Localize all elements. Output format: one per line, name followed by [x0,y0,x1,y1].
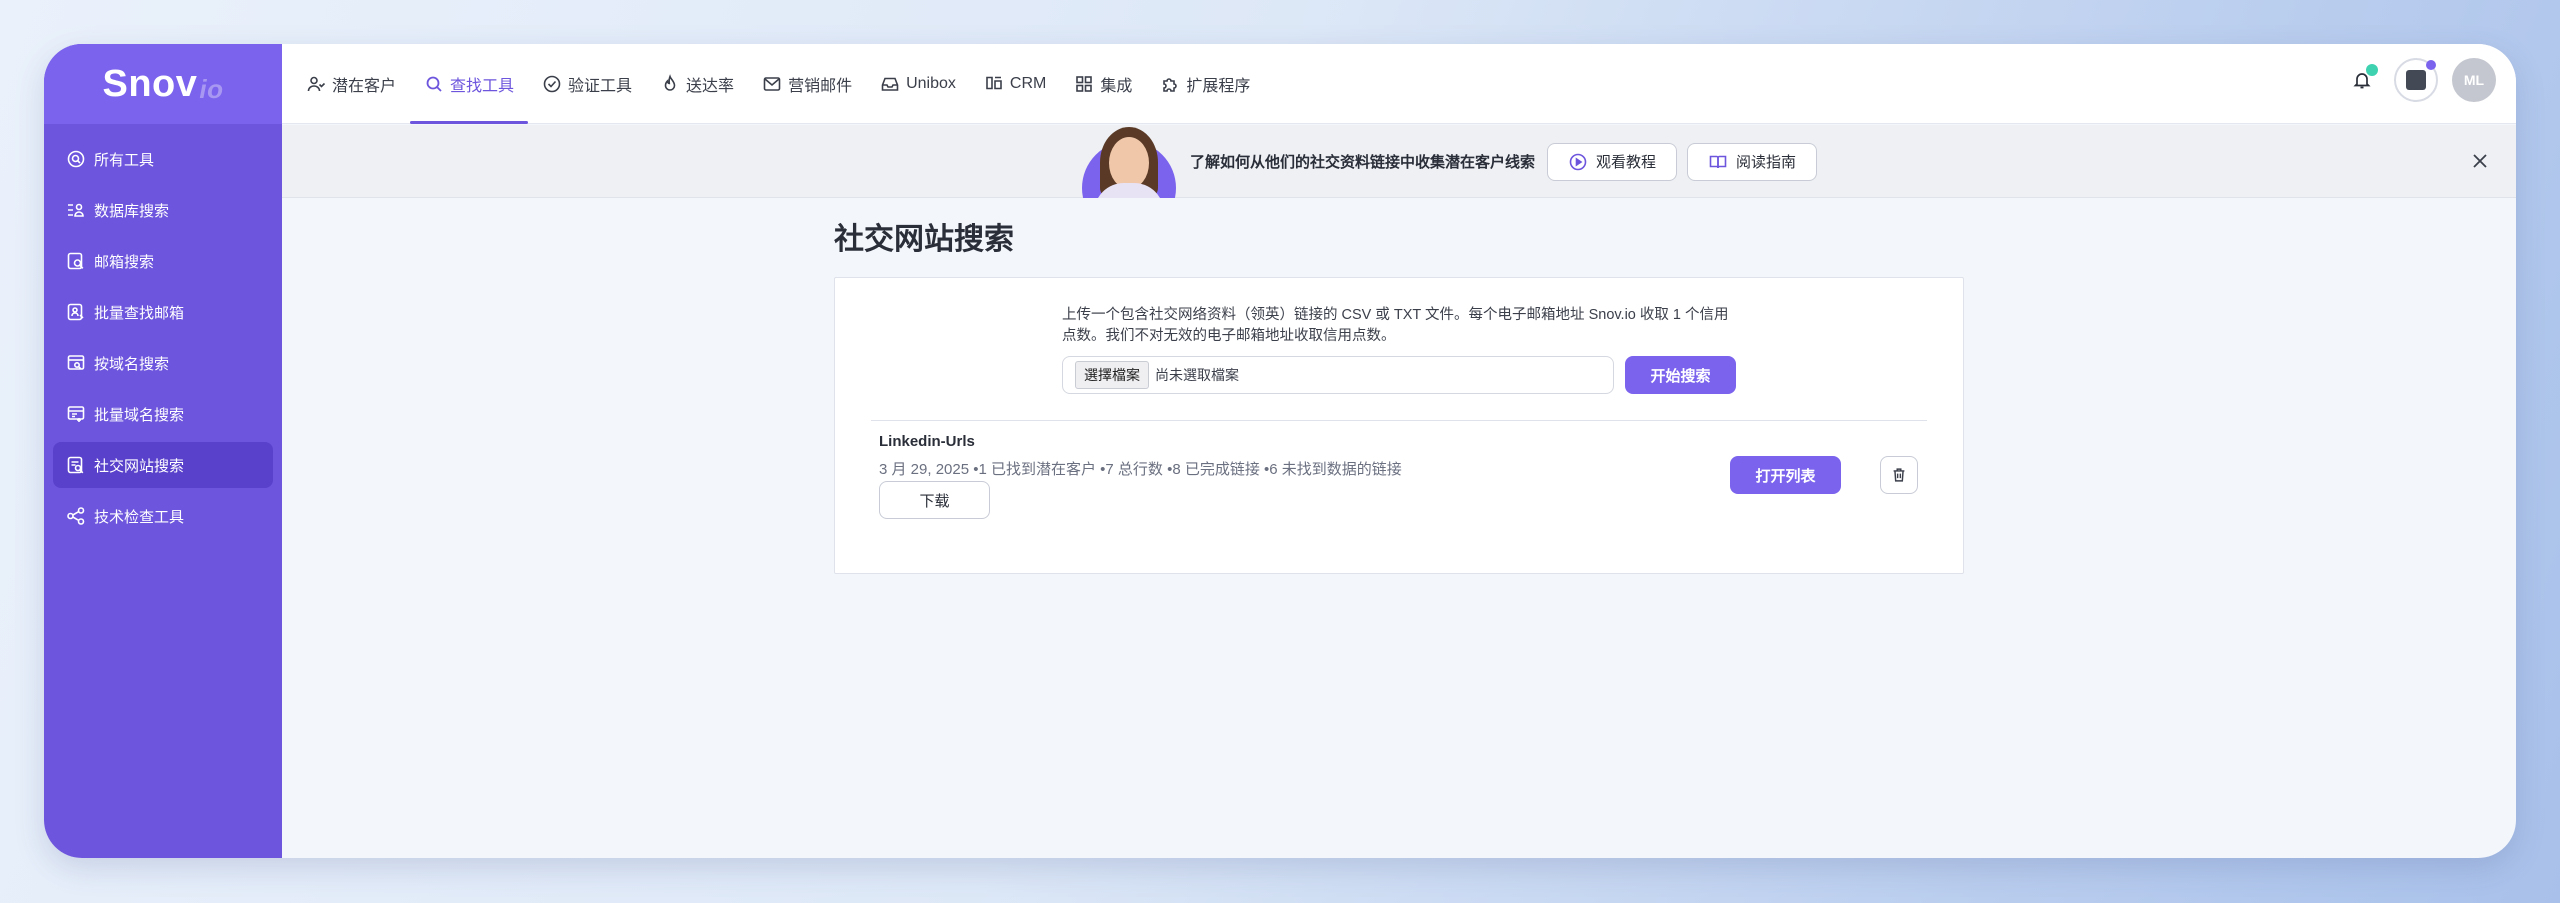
mail-icon [763,77,781,91]
play-icon [1569,153,1587,170]
nav-label: 送达率 [686,78,735,95]
logo-brand: Snov [102,62,198,105]
top-right-actions: ML [2342,58,2496,102]
email-search-icon [67,252,84,270]
file-input[interactable]: 選擇檔案 尚未選取檔案 [1062,356,1614,394]
logo[interactable]: Snov io [44,44,282,124]
tutorial-banner: 了解如何从他们的社交资料链接中收集潜在客户线索 观看教程 阅读指南 [282,125,2516,198]
nav-label: 营销邮件 [788,78,853,95]
sidebar-item-tech-check[interactable]: 技术检查工具 [53,493,273,539]
sidebar-item-all-tools[interactable]: 所有工具 [53,136,273,182]
check-circle-icon [543,75,561,93]
main-nav: 潜在客户 查找工具 验证工具 送达率 营销邮件 Unibox CRM 集成 扩展… [292,44,1264,124]
bulk-domain-icon [67,406,85,422]
watch-tutorial-label: 观看教程 [1596,154,1657,171]
tech-check-icon [67,507,85,525]
nav-email-campaigns[interactable]: 营销邮件 [748,44,866,124]
nav-label: 验证工具 [568,78,633,95]
notifications-button[interactable] [2342,60,2382,100]
social-search-card: 上传一个包含社交网络资料（领英）链接的 CSV 或 TXT 文件。每个电子邮箱地… [834,277,1964,574]
sidebar-item-social-search[interactable]: 社交网站搜索 [53,442,273,488]
sidebar-item-database-search[interactable]: 数据库搜索 [53,187,273,233]
nav-label: CRM [1009,75,1047,92]
nav-prospects[interactable]: 潜在客户 [292,44,410,124]
banner-content: 了解如何从他们的社交资料链接中收集潜在客户线索 观看教程 阅读指南 [1082,125,1827,198]
top-navigation: 潜在客户 查找工具 验证工具 送达率 营销邮件 Unibox CRM 集成 扩展… [282,44,2516,124]
nav-label: 查找工具 [450,78,515,95]
delete-button[interactable] [1880,456,1918,494]
open-list-button[interactable]: 打开列表 [1730,456,1841,494]
crm-icon [986,76,1002,90]
nav-integrations[interactable]: 集成 [1060,44,1146,124]
users-icon [307,76,326,92]
sidebar-item-email-search[interactable]: 邮箱搜索 [53,238,273,284]
trash-icon [1893,468,1905,482]
page-title: 社交网站搜索 [834,223,1014,256]
app-switcher-button[interactable] [2394,58,2438,102]
nav-label: 扩展程序 [1186,78,1251,95]
social-search-icon [67,456,84,474]
sidebar-list: 所有工具 数据库搜索 邮箱搜索 批量查找邮箱 按域名搜索 批量域名搜索 社交网站… [44,124,282,539]
square-icon [2406,70,2426,90]
sidebar-item-label: 批量域名搜索 [94,406,185,424]
start-search-button[interactable]: 开始搜索 [1625,356,1736,394]
sidebar-item-label: 数据库搜索 [94,202,170,220]
search-icon [426,76,442,92]
sidebar-item-label: 邮箱搜索 [94,253,155,271]
sidebar-item-label: 社交网站搜索 [94,457,185,475]
sidebar-item-label: 技术检查工具 [94,508,185,526]
nav-label: Unibox [906,75,956,92]
notification-dot [2366,64,2378,76]
banner-text: 了解如何从他们的社交资料链接中收集潜在客户线索 [1190,154,1536,171]
list-meta: 3 月 29, 2025 •1 已找到潜在客户 •7 总行数 •8 已完成链接 … [879,461,1402,478]
nav-find-tools[interactable]: 查找工具 [410,44,529,124]
avatar[interactable]: ML [2452,58,2496,102]
close-icon[interactable] [2468,149,2492,173]
no-file-text: 尚未選取檔案 [1155,367,1239,383]
domain-search-icon [67,355,85,370]
list-user-icon [68,203,84,217]
puzzle-icon [1163,78,1178,92]
sidebar-item-label: 批量查找邮箱 [94,304,185,322]
bulk-email-icon [67,303,84,321]
read-guide-label: 阅读指南 [1736,154,1797,171]
sidebar-item-bulk-email[interactable]: 批量查找邮箱 [53,289,273,335]
read-guide-button[interactable]: 阅读指南 [1687,142,1818,181]
nav-label: 集成 [1100,78,1133,95]
app-window: Snov io 所有工具 数据库搜索 邮箱搜索 批量查找邮箱 按域名搜索 批量域… [44,44,2516,858]
nav-label: 潜在客户 [332,78,397,95]
nav-verify-tools[interactable]: 验证工具 [528,44,646,124]
nav-extensions[interactable]: 扩展程序 [1146,44,1264,124]
sidebar: Snov io 所有工具 数据库搜索 邮箱搜索 批量查找邮箱 按域名搜索 批量域… [44,44,282,858]
nav-unibox[interactable]: Unibox [866,44,970,124]
nav-deliverability[interactable]: 送达率 [646,44,748,124]
presenter-portrait [1082,125,1176,198]
grid-icon [1076,76,1093,92]
flame-icon [664,74,676,91]
book-icon [1709,155,1727,168]
watch-tutorial-button[interactable]: 观看教程 [1547,142,1678,181]
divider [871,420,1927,421]
sidebar-item-bulk-domain[interactable]: 批量域名搜索 [53,391,273,437]
upload-description: 上传一个包含社交网络资料（领英）链接的 CSV 或 TXT 文件。每个电子邮箱地… [1062,307,1729,344]
nav-crm[interactable]: CRM [970,44,1060,124]
inbox-icon [881,77,899,91]
download-button[interactable]: 下载 [879,481,990,519]
app-badge-dot [2426,60,2436,70]
choose-file-button[interactable]: 選擇檔案 [1075,361,1149,389]
list-name: Linkedin-Urls [879,433,975,450]
search-circle-icon [67,150,85,168]
sidebar-item-label: 按域名搜索 [94,355,170,373]
logo-suffix: io [199,73,224,104]
sidebar-item-domain-search[interactable]: 按域名搜索 [53,340,273,386]
sidebar-item-label: 所有工具 [94,151,155,169]
